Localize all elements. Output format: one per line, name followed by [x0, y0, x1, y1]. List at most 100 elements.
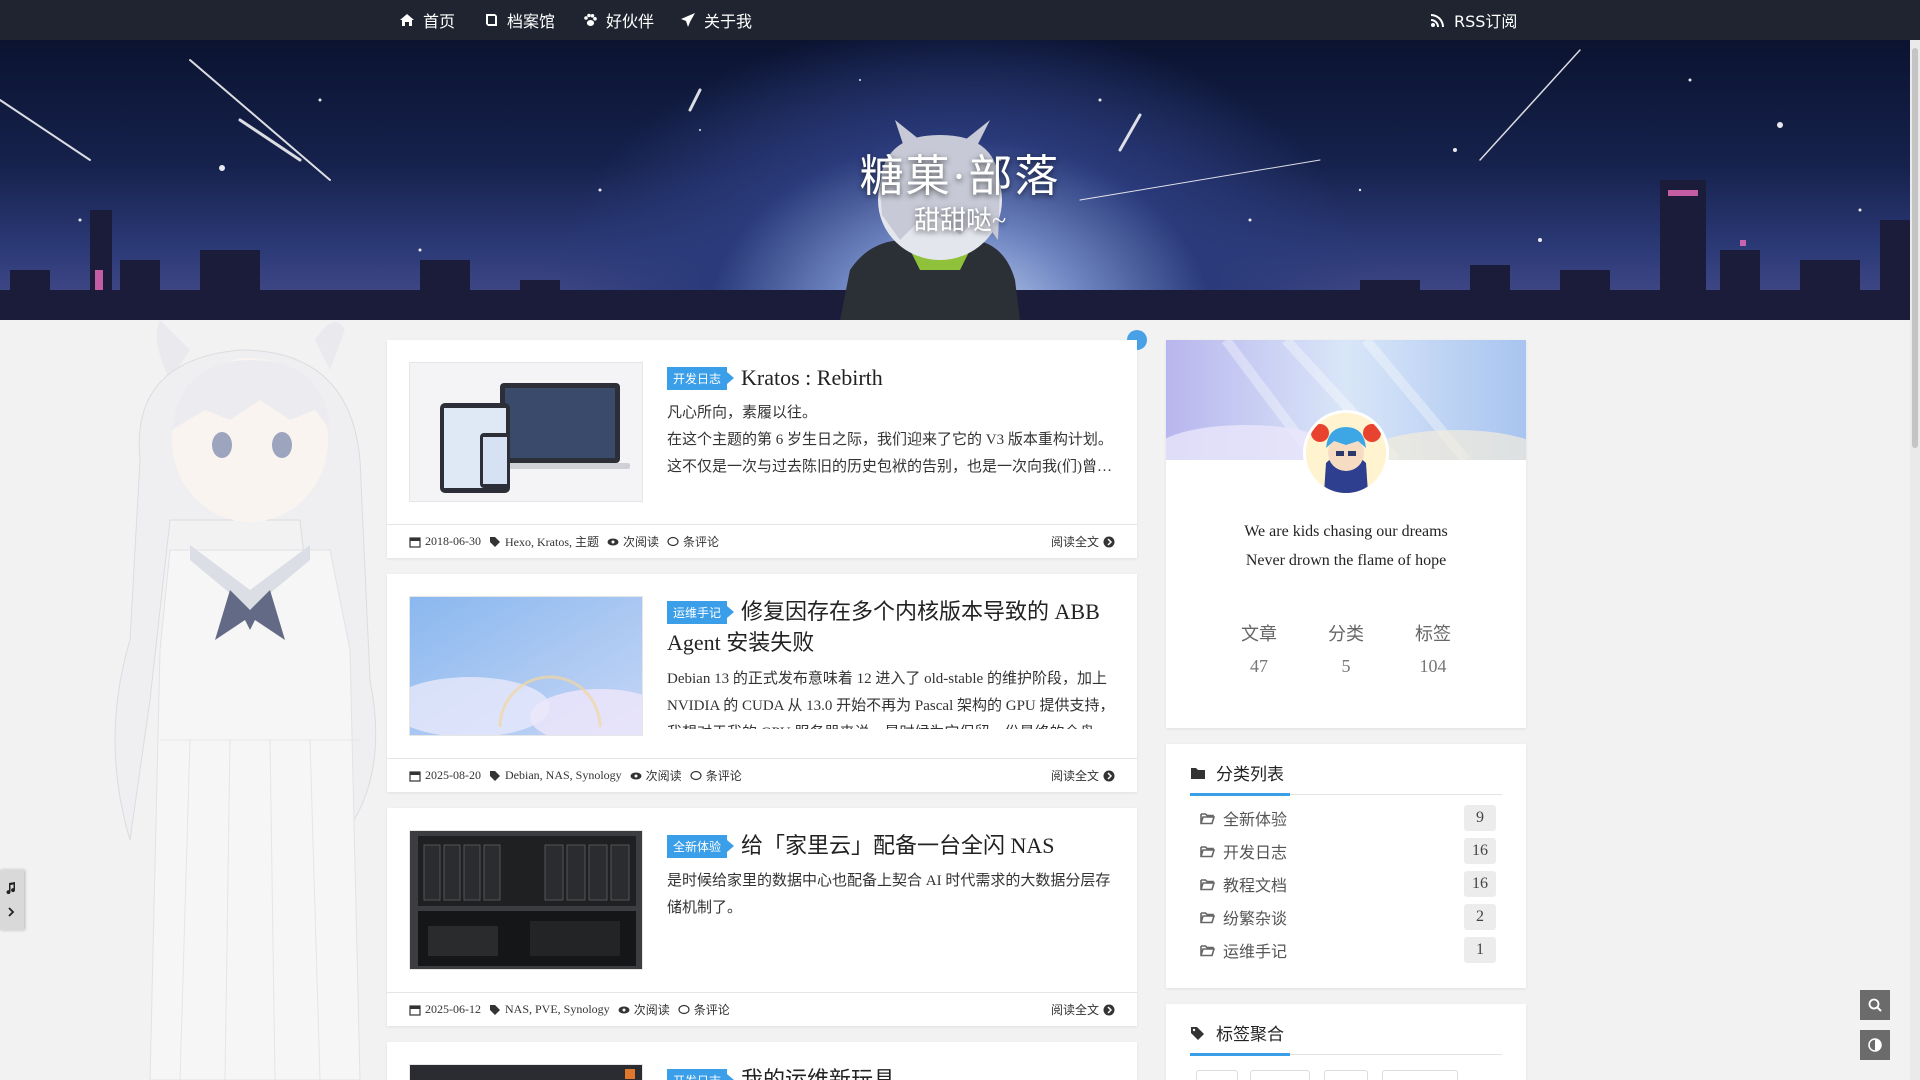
calendar-icon — [409, 770, 421, 782]
music-player-toggle[interactable] — [0, 870, 24, 930]
comment-icon — [678, 1004, 690, 1016]
search-icon — [1868, 998, 1882, 1012]
post-tags[interactable]: NAS, PVE, Synology — [505, 1002, 610, 1017]
stat-label: 标签 — [1415, 624, 1451, 644]
read-more-link[interactable]: 阅读全文 — [1051, 767, 1115, 784]
nav-item-label: 首页 — [423, 12, 456, 31]
read-more-label: 阅读全文 — [1050, 1003, 1099, 1017]
post-thumbnail[interactable] — [409, 362, 643, 502]
categories-card-title: 分类列表 — [1190, 760, 1284, 785]
stat-value: 104 — [1419, 656, 1447, 676]
post-header: 全新体验 给「家里云」配备一台全闪 NAS — [667, 830, 1117, 861]
tags-icon — [489, 770, 501, 782]
divider-accent — [1190, 793, 1290, 796]
nav-item-friends[interactable]: 好伙伴 — [582, 0, 654, 40]
post-tags[interactable]: Hexo, Kratos, 主题 — [505, 533, 599, 550]
category-name: 全新体验 — [1223, 810, 1288, 829]
stat-posts[interactable]: 文章 47 — [1219, 620, 1299, 677]
tags-card-title: 标签聚合 — [1190, 1020, 1284, 1045]
nav-item-label: 好伙伴 — [606, 12, 655, 31]
post-date: 2025-08-20 — [425, 768, 481, 782]
folder-icon — [1190, 765, 1206, 781]
tag-chip[interactable] — [1324, 1070, 1368, 1080]
post-comments[interactable]: 条评论 — [706, 767, 742, 784]
chevron-circle-right-icon — [1103, 536, 1115, 548]
post-excerpt: Debian 13 的正式发布意味着 12 进入了 old-stable 的维护… — [667, 671, 1115, 729]
rss-link[interactable]: RSS订阅 — [1430, 0, 1517, 40]
scrollbar[interactable] — [1910, 40, 1920, 1080]
post-meta: 2018-06-30 Hexo, Kratos, 主题 次阅读 条评论 阅读全文 — [387, 524, 1137, 558]
category-item[interactable]: 纷繁杂谈 2 — [1200, 903, 1496, 931]
category-item[interactable]: 教程文档 16 — [1200, 870, 1496, 898]
stat-tags[interactable]: 标签 104 — [1393, 620, 1473, 677]
stat-value: 5 — [1341, 656, 1351, 676]
post-thumbnail[interactable] — [409, 1064, 643, 1080]
nav-item-home[interactable]: 首页 — [399, 0, 455, 40]
scrollbar-thumb[interactable] — [1912, 48, 1918, 448]
nav-item-archive[interactable]: 档案馆 — [483, 0, 555, 40]
post-title[interactable]: Kratos : Rebirth — [741, 365, 883, 390]
category-count: 16 — [1464, 838, 1496, 864]
category-badge[interactable]: 运维手记 — [667, 600, 735, 624]
comment-icon — [667, 536, 679, 548]
nav-item-about[interactable]: 关于我 — [680, 0, 752, 40]
read-more-label: 阅读全文 — [1050, 769, 1099, 783]
tags-icon — [1190, 1025, 1206, 1041]
category-item[interactable]: 开发日志 16 — [1200, 837, 1496, 865]
folder-open-icon — [1200, 910, 1215, 925]
post-thumbnail[interactable] — [409, 596, 643, 736]
post-header: 开发日志 Kratos : Rebirth — [667, 362, 1117, 393]
post-header: 开发日志我的运维新玩具 — [667, 1064, 1117, 1080]
top-nav: 首页 档案馆 好伙伴 关于我 RSS订阅 — [0, 0, 1920, 40]
rss-label: RSS订阅 — [1454, 12, 1518, 31]
card-title-label: 分类列表 — [1216, 765, 1284, 785]
rss-icon — [1430, 12, 1446, 28]
post-views: 次阅读 — [645, 769, 682, 783]
post-comments[interactable]: 条评论 — [683, 533, 719, 550]
excerpt-line: 在这个主题的第 6 岁生日之际，我们迎来了它的 V3 版本重构计划。 — [667, 432, 1113, 448]
calendar-icon — [409, 1004, 421, 1016]
tags-icon — [489, 1004, 501, 1016]
folder-open-icon — [1200, 943, 1215, 958]
contrast-icon — [1868, 1038, 1882, 1052]
categories-card: 分类列表 全新体验 9 开发日志 16 教程文档 16 纷繁杂谈 2 运维手记 … — [1166, 744, 1526, 988]
search-button[interactable] — [1860, 990, 1890, 1020]
folder-open-icon — [1200, 877, 1215, 892]
post-thumbnail[interactable] — [409, 830, 643, 970]
nav-item-label: 档案馆 — [507, 12, 556, 31]
tag-chip[interactable] — [1250, 1070, 1310, 1080]
tags-card: 标签聚合 — [1166, 1004, 1526, 1080]
eye-icon — [618, 1004, 630, 1016]
theme-toggle-button[interactable] — [1860, 1030, 1890, 1060]
stat-label: 分类 — [1328, 624, 1364, 644]
read-more-link[interactable]: 阅读全文 — [1051, 533, 1115, 550]
category-count: 2 — [1464, 904, 1496, 930]
tag-chip[interactable] — [1196, 1070, 1238, 1080]
eye-icon — [607, 536, 619, 548]
category-name: 开发日志 — [1223, 843, 1288, 862]
category-item[interactable]: 全新体验 9 — [1200, 804, 1496, 832]
stat-categories[interactable]: 分类 5 — [1306, 620, 1386, 677]
category-badge[interactable]: 开发日志 — [667, 366, 735, 390]
category-name: 教程文档 — [1223, 876, 1288, 895]
post-meta: 2025-06-12 NAS, PVE, Synology 次阅读 条评论 阅读… — [387, 992, 1137, 1026]
post-title[interactable]: 我的运维新玩具 — [741, 1067, 895, 1080]
post-excerpt: 是时候给家里的数据中心也配备上契合 AI 时代需求的大数据分层存储机制了。 — [667, 873, 1111, 916]
paper-plane-icon — [680, 12, 696, 28]
tag-chip[interactable] — [1382, 1070, 1458, 1080]
category-badge[interactable]: 全新体验 — [667, 834, 735, 858]
category-count: 9 — [1464, 805, 1496, 831]
post-tags[interactable]: Debian, NAS, Synology — [505, 768, 622, 783]
avatar[interactable] — [1303, 410, 1389, 496]
category-name: 纷繁杂谈 — [1223, 909, 1288, 928]
category-item[interactable]: 运维手记 1 — [1200, 936, 1496, 964]
card-title-label: 标签聚合 — [1216, 1025, 1284, 1045]
post-comments[interactable]: 条评论 — [694, 1001, 730, 1018]
excerpt-line: 凡心所向，素履以往。 — [667, 405, 818, 421]
category-badge[interactable]: 开发日志 — [667, 1068, 735, 1080]
read-more-link[interactable]: 阅读全文 — [1051, 1001, 1115, 1018]
post-title[interactable]: 给「家里云」配备一台全闪 NAS — [741, 833, 1055, 858]
eye-icon — [630, 770, 642, 782]
post-excerpt: 凡心所向，素履以往。 在这个主题的第 6 岁生日之际，我们迎来了它的 V3 版本… — [667, 400, 1117, 481]
header-banner: 糖菓·部落 甜甜哒~ — [0, 40, 1920, 320]
